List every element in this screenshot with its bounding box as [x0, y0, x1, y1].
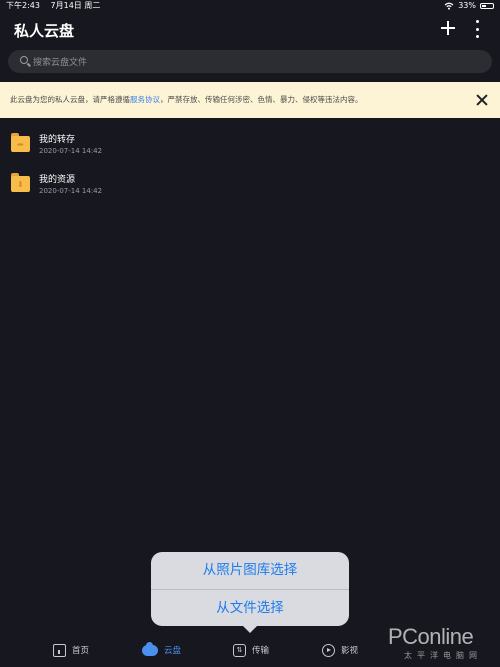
- status-right: 33%: [444, 0, 494, 12]
- tab-label: 首页: [72, 646, 90, 656]
- play-icon: [322, 643, 335, 657]
- tab-transfer[interactable]: ⇅ 传输: [233, 642, 269, 658]
- status-left: 下午2:43 7月14日 周二: [6, 0, 108, 12]
- search-placeholder: 搜索云盘文件: [33, 58, 88, 68]
- header: 私人云盘: [0, 14, 500, 46]
- choose-from-files-button[interactable]: 从文件选择: [151, 589, 349, 626]
- cloud-icon: [142, 641, 158, 656]
- action-sheet-arrow: [242, 625, 258, 633]
- tab-label: 影视: [341, 646, 359, 656]
- status-bar: 下午2:43 7月14日 周二 33%: [0, 0, 500, 12]
- notice-banner: 此云盘为您的私人云盘，请严格遵循服务协议，严禁存放、传输任何涉密、色情、暴力、侵…: [0, 82, 500, 118]
- list-item[interactable]: ⬇ 我的资源 2020-07-14 14:42: [0, 171, 500, 207]
- file-date: 2020-07-14 14:42: [39, 187, 103, 195]
- search-input[interactable]: 搜索云盘文件: [8, 50, 492, 73]
- wifi-icon: [444, 2, 454, 10]
- close-icon[interactable]: [476, 94, 488, 106]
- status-date: 7月14日 周二: [50, 1, 101, 10]
- folder-icon: ➦: [11, 133, 30, 152]
- file-name: 我的资源: [39, 175, 76, 185]
- service-agreement-link[interactable]: 服务协议: [130, 95, 160, 104]
- watermark-subtitle: 太平洋电脑网: [404, 651, 482, 660]
- transfer-icon: ⇅: [233, 643, 246, 657]
- plus-icon[interactable]: [438, 18, 458, 38]
- file-name: 我的转存: [39, 135, 76, 145]
- tab-label: 传输: [252, 646, 270, 656]
- tab-video[interactable]: 影视: [322, 642, 358, 658]
- tab-cloud[interactable]: 云盘: [142, 641, 182, 658]
- file-date: 2020-07-14 14:42: [39, 147, 103, 155]
- notice-text-before: 此云盘为您的私人云盘，请严格遵循: [10, 95, 130, 104]
- folder-icon: ⬇: [11, 173, 30, 192]
- more-vertical-icon[interactable]: [470, 20, 484, 38]
- notice-text: 此云盘为您的私人云盘，请严格遵循服务协议，严禁存放、传输任何涉密、色情、暴力、侵…: [10, 94, 363, 106]
- choose-from-photos-button[interactable]: 从照片图库选择: [151, 552, 349, 589]
- notice-text-after: ，严禁存放、传输任何涉密、色情、暴力、侵权等违法内容。: [160, 95, 363, 104]
- watermark-logo: PConline: [388, 624, 474, 649]
- page-title: 私人云盘: [14, 22, 75, 40]
- battery-percent: 33%: [458, 1, 476, 10]
- home-icon: [53, 643, 66, 657]
- list-item[interactable]: ➦ 我的转存 2020-07-14 14:42: [0, 131, 500, 167]
- upload-action-sheet: 从照片图库选择 从文件选择: [151, 552, 349, 626]
- tab-home[interactable]: 首页: [53, 642, 89, 658]
- tab-label: 云盘: [164, 646, 182, 656]
- battery-icon: [480, 3, 494, 9]
- status-time: 下午2:43: [6, 1, 40, 10]
- search-icon: [20, 56, 28, 64]
